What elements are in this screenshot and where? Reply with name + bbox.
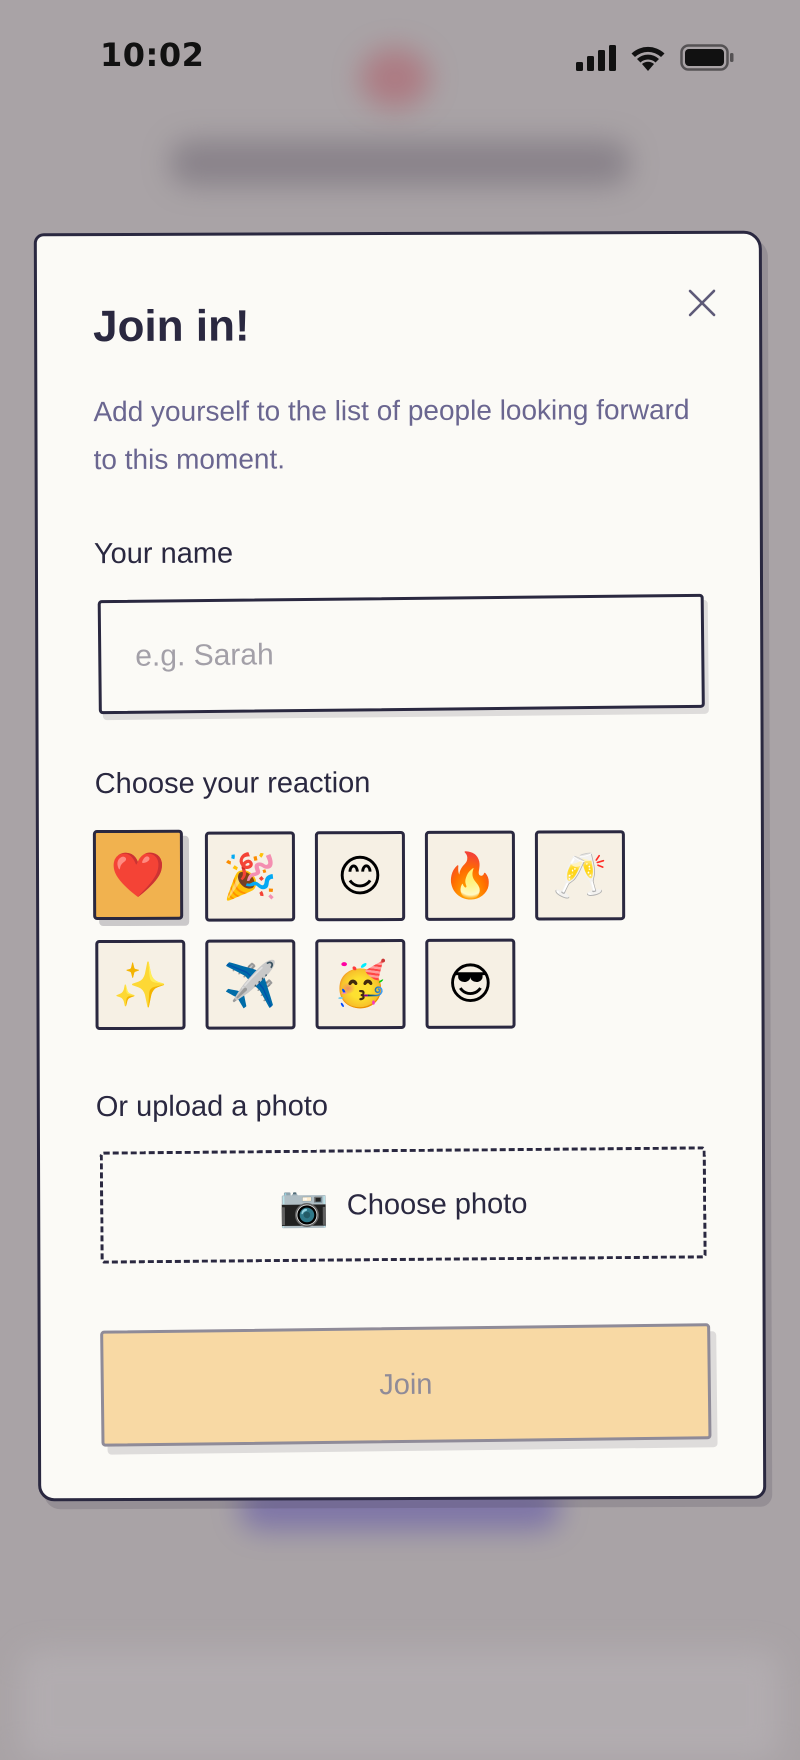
battery-icon	[680, 44, 734, 71]
choose-photo-label: Choose photo	[346, 1187, 528, 1221]
wifi-icon	[631, 46, 665, 71]
reaction-airplane[interactable]: ✈️	[205, 939, 296, 1030]
reaction-heart[interactable]: ❤️	[92, 829, 184, 921]
background-blur	[170, 140, 630, 186]
reaction-sparkles[interactable]: ✨	[95, 939, 186, 1031]
choose-photo-button[interactable]: 📷 Choose photo	[99, 1146, 707, 1264]
reaction-smiling-face[interactable]: 😊	[314, 830, 406, 922]
background-blur	[20, 1650, 780, 1760]
reaction-sunglasses-face[interactable]: 😎	[425, 938, 516, 1029]
status-time: 10:02	[100, 36, 205, 74]
camera-icon: 📷	[278, 1183, 330, 1230]
name-label: Your name	[93, 537, 234, 571]
status-bar: 10:02	[0, 0, 800, 120]
reaction-label: Choose your reaction	[94, 767, 371, 801]
reaction-party-popper[interactable]: 🎉	[204, 831, 296, 922]
reaction-grid: ❤️ 🎉 😊 🔥 🥂 ✨ ✈️ 🥳 😎	[92, 829, 656, 1031]
modal-description: Add yourself to the list of people looki…	[93, 393, 690, 476]
modal-title: Join in!	[93, 301, 250, 352]
close-icon[interactable]	[685, 286, 719, 320]
photo-label: Or upload a photo	[95, 1090, 329, 1124]
reaction-partying-face[interactable]: 🥳	[315, 938, 406, 1030]
reaction-fire[interactable]: 🔥	[424, 830, 516, 921]
join-button[interactable]: Join	[100, 1323, 712, 1447]
signal-icon	[576, 44, 616, 71]
join-modal: Join in! Add yourself to the list of peo…	[33, 230, 767, 1502]
name-input[interactable]	[97, 593, 705, 715]
status-icons	[576, 44, 734, 71]
reaction-clinking-glasses[interactable]: 🥂	[534, 830, 626, 921]
